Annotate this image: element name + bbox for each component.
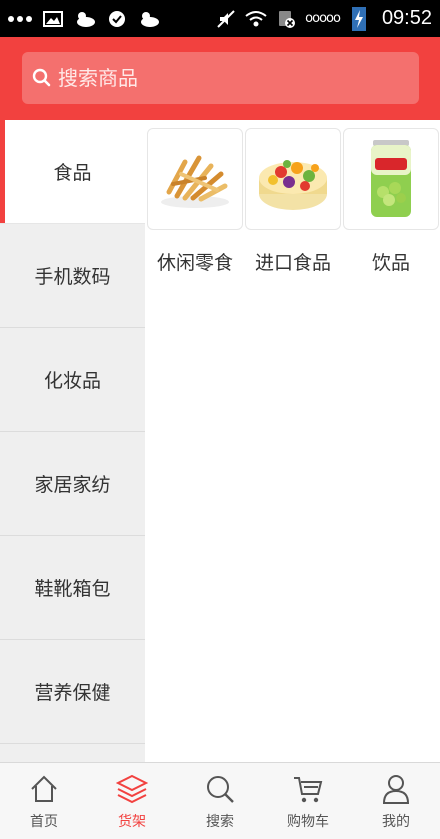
weather-icon (74, 9, 96, 29)
no-sim-icon (275, 9, 297, 29)
category-label: 化妆品 (43, 370, 101, 392)
fruit-cake-image (245, 128, 341, 230)
nav-label: 我的 (382, 814, 410, 830)
status-bar: ooooo 09:52 (0, 0, 440, 37)
category-label: 家居家纺 (34, 474, 111, 496)
check-icon (106, 9, 128, 29)
nav-item-cart[interactable]: 购物车 (264, 763, 352, 839)
wifi-icon (245, 9, 267, 29)
nav-label: 货架 (118, 814, 146, 830)
category-item-shoes-bags[interactable]: 鞋靴箱包 (0, 536, 145, 640)
nav-label: 购物车 (287, 814, 329, 830)
clock: 09:52 (381, 7, 432, 29)
category-item-home-textile[interactable]: 家居家纺 (0, 432, 145, 536)
image-icon (42, 9, 64, 29)
nav-item-mine[interactable]: 我的 (352, 763, 440, 839)
more-dots-icon (8, 15, 32, 22)
nav-item-shelf[interactable]: 货架 (88, 763, 176, 839)
weather-icon (138, 9, 160, 29)
grape-drink-can-image (343, 128, 439, 230)
product-card-drinks[interactable]: 饮品 (343, 128, 439, 278)
product-grid: 休闲零食 进口食品 饮品 (145, 120, 440, 762)
category-item-digital[interactable]: 手机数码 (0, 224, 145, 328)
category-item-food[interactable]: 食品 (0, 120, 145, 224)
product-label: 饮品 (371, 252, 410, 274)
bottom-nav: 首页 货架 搜索 购物车 我的 (0, 762, 440, 839)
product-card-imported[interactable]: 进口食品 (245, 128, 341, 278)
search-icon (207, 776, 234, 803)
search-input[interactable] (58, 66, 388, 90)
search-box[interactable] (22, 52, 419, 104)
user-icon (382, 775, 410, 804)
signal-icon: ooooo (305, 11, 341, 26)
nav-label: 首页 (30, 814, 58, 830)
mute-icon (215, 9, 237, 29)
nav-item-home[interactable]: 首页 (0, 763, 88, 839)
fries-snack-image (147, 128, 243, 230)
cart-icon (294, 777, 323, 803)
layers-icon (116, 774, 148, 804)
category-label: 食品 (53, 162, 92, 184)
product-label: 进口食品 (254, 252, 331, 274)
category-item-cosmetics[interactable]: 化妆品 (0, 328, 145, 432)
category-label: 手机数码 (34, 266, 111, 288)
product-card-snacks[interactable]: 休闲零食 (147, 128, 243, 278)
nav-label: 搜索 (206, 814, 234, 830)
home-icon (31, 775, 57, 802)
header (0, 37, 440, 120)
category-label: 营养保健 (34, 682, 111, 704)
nav-item-search[interactable]: 搜索 (176, 763, 264, 839)
product-label: 休闲零食 (156, 252, 233, 274)
search-icon (32, 68, 51, 87)
category-item-health[interactable]: 营养保健 (0, 640, 145, 744)
category-label: 鞋靴箱包 (34, 578, 111, 600)
category-list: 食品 手机数码 化妆品 家居家纺 鞋靴箱包 营养保健 (0, 120, 145, 762)
battery-charging-icon (348, 6, 370, 31)
